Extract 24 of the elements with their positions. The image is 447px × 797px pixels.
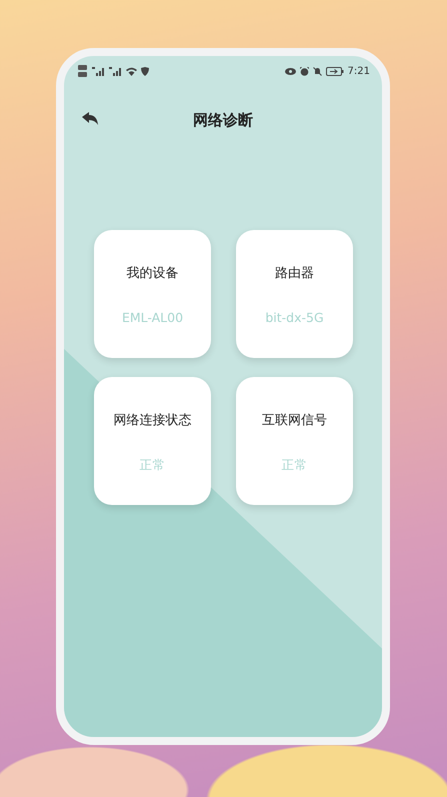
card-title: 我的设备: [126, 265, 178, 282]
info-card[interactable]: 互联网信号 正常: [236, 377, 353, 505]
page-title: 网络诊断: [193, 110, 253, 130]
card-title: 互联网信号: [262, 412, 327, 429]
signal-icon: [109, 66, 122, 76]
shield-icon: [141, 66, 149, 76]
info-card[interactable]: 我的设备 EML-AL00: [94, 230, 211, 358]
battery-icon: [326, 66, 344, 76]
alarm-icon: [300, 66, 309, 76]
card-title: 网络连接状态: [114, 412, 192, 429]
signal-icon: [92, 66, 105, 76]
card-value: EML-AL00: [122, 310, 184, 325]
card-value: 正常: [282, 457, 308, 474]
card-value: bit-dx-5G: [265, 310, 324, 325]
card-title: 路由器: [275, 265, 314, 282]
card-value: 正常: [140, 457, 166, 474]
info-card[interactable]: 路由器 bit-dx-5G: [236, 230, 353, 358]
muted-bell-icon: [312, 66, 322, 76]
sim-card-icon: [78, 65, 88, 77]
back-arrow-icon[interactable]: [82, 112, 99, 126]
status-time: 7:21: [348, 66, 370, 76]
eye-icon: [284, 68, 296, 74]
wifi-icon: [126, 66, 137, 76]
info-card[interactable]: 网络连接状态 正常: [94, 377, 211, 505]
